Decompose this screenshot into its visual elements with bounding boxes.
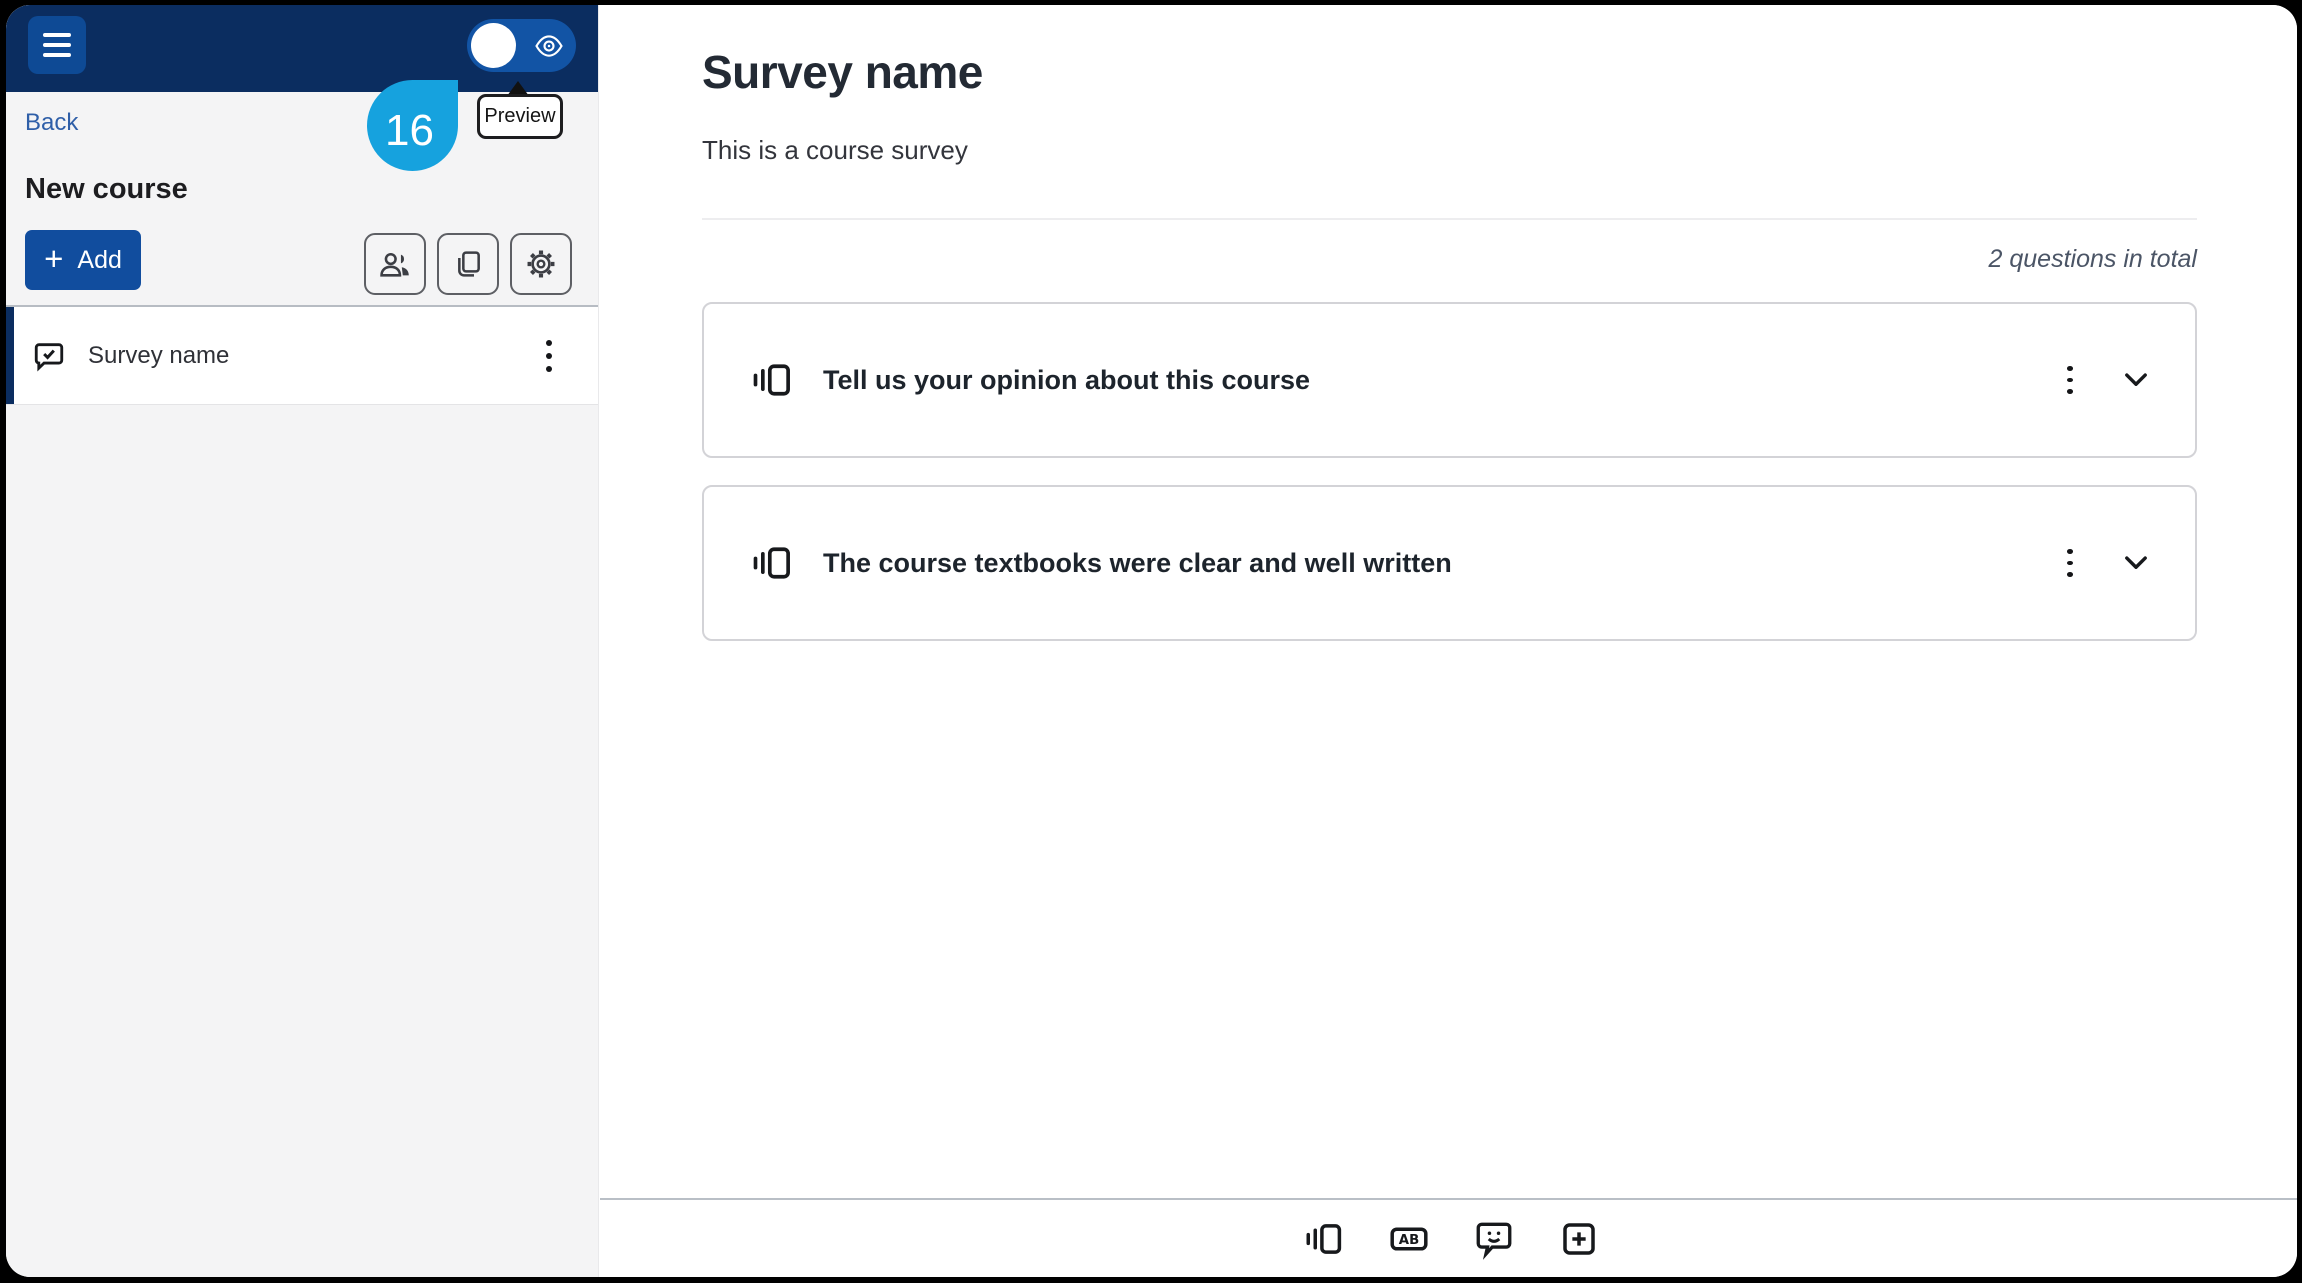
question-more-options-button[interactable] [2048,358,2092,402]
toggle-knob[interactable] [471,23,516,68]
settings-icon [525,248,557,280]
add-question-button[interactable] [1557,1217,1601,1261]
survey-icon [32,339,66,373]
rating-question-icon [1303,1218,1345,1260]
more-options-icon [2067,366,2073,371]
chevron-down-icon [2119,363,2153,397]
preview-eye-icon [534,31,564,61]
question-title: The course textbooks were clear and well… [823,547,1452,578]
sidebar: Back New course + Add Survey name [6,5,599,1277]
duplicate-button[interactable] [437,233,499,295]
step-cursor-badge: 16 [367,80,458,171]
settings-button[interactable] [510,233,572,295]
add-feedback-question-button[interactable] [1472,1217,1516,1261]
rating-question-icon [750,358,794,402]
preview-tooltip: Preview [477,94,563,139]
course-title: New course [25,173,188,205]
add-multiple-choice-button[interactable]: AB [1387,1217,1431,1261]
step-number: 16 [385,105,434,155]
rating-question-icon [750,541,794,585]
questions-total: 2 questions in total [1988,245,2197,273]
menu-button[interactable] [28,16,86,74]
header-divider [702,218,2197,220]
question-card[interactable]: The course textbooks were clear and well… [702,485,2197,641]
survey-description: This is a course survey [702,135,968,165]
back-link[interactable]: Back [25,109,78,137]
svg-text:AB: AB [1399,1233,1419,1248]
duplicate-icon [452,248,484,280]
feedback-question-icon [1473,1218,1515,1260]
preview-toggle[interactable] [467,19,576,72]
multiple-choice-icon: AB [1388,1218,1430,1260]
question-type-toolbar: AB [600,1200,2297,1277]
add-question-icon [1558,1218,1600,1260]
sidebar-item-label: Survey name [88,341,230,369]
question-card[interactable]: Tell us your opinion about this course [702,302,2197,458]
more-options-icon [546,339,552,346]
survey-editor: Survey name This is a course survey 2 qu… [600,5,2297,1277]
question-title: Tell us your opinion about this course [823,364,1311,395]
plus-icon: + [44,240,64,277]
chevron-down-icon [2119,546,2153,580]
page-title: Survey name [702,46,983,98]
more-options-icon [2067,549,2073,554]
sidebar-item-survey[interactable]: Survey name [6,305,598,405]
expand-question-button[interactable] [2114,358,2158,402]
menu-icon [43,33,71,37]
participants-icon [378,247,412,281]
selected-indicator [6,307,14,404]
tooltip-label: Preview [484,105,556,127]
app-window: Back New course + Add Survey name Survey… [6,5,2297,1277]
participants-button[interactable] [364,233,426,295]
expand-question-button[interactable] [2114,541,2158,585]
sidebar-header [6,5,598,92]
add-rating-question-button[interactable] [1302,1217,1346,1261]
add-button-label: Add [77,245,122,274]
more-options-button[interactable] [538,332,560,380]
question-more-options-button[interactable] [2048,541,2092,585]
add-button[interactable]: + Add [25,230,141,290]
